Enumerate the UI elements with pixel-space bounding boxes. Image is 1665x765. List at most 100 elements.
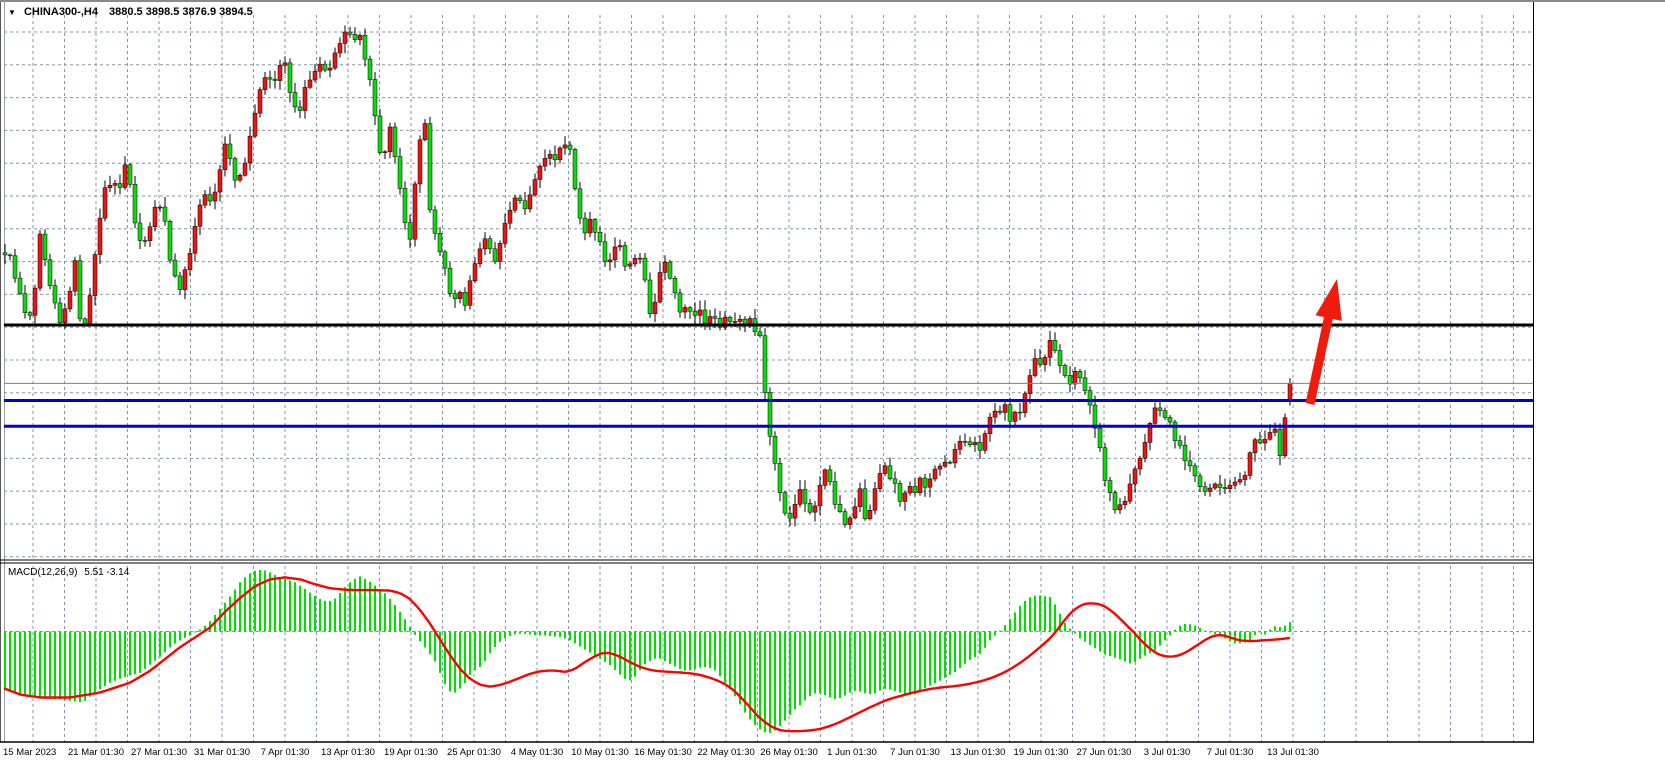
bull-candle	[383, 152, 387, 153]
bear-candle	[18, 278, 22, 293]
bear-candle	[128, 165, 132, 184]
bear-candle	[298, 107, 302, 111]
bear-candle	[898, 483, 902, 501]
bull-candle	[543, 158, 547, 166]
bear-candle	[453, 294, 457, 299]
bear-candle	[838, 504, 842, 511]
bull-candle	[1143, 442, 1147, 458]
bull-candle	[183, 270, 187, 290]
bear-candle	[783, 493, 787, 513]
bear-candle	[1058, 351, 1062, 366]
time-axis[interactable]: 15 Mar 202321 Mar 01:3027 Mar 01:3031 Ma…	[0, 743, 1665, 765]
bear-candle	[568, 145, 572, 149]
bear-candle	[623, 246, 627, 267]
bull-candle	[93, 255, 97, 296]
bear-candle	[923, 478, 927, 487]
bear-candle	[1108, 481, 1112, 493]
bear-candle	[1068, 375, 1072, 384]
bear-candle	[58, 303, 62, 323]
bear-candle	[368, 59, 372, 79]
bear-candle	[578, 189, 582, 218]
bear-candle	[893, 479, 897, 484]
bear-candle	[288, 63, 292, 93]
bear-candle	[678, 293, 682, 312]
bull-candle	[123, 165, 127, 188]
bull-candle	[973, 442, 977, 444]
bear-candle	[8, 255, 12, 256]
bull-candle	[1213, 484, 1217, 488]
symbol-dropdown-icon[interactable]: ▼	[8, 8, 16, 17]
bear-candle	[713, 317, 717, 319]
price-axis[interactable]: 4173.04147.04121.04095.04069.04043.04017…	[1533, 2, 1665, 743]
bear-candle	[83, 319, 87, 324]
ohlc-readout: 3880.5 3898.5 3876.9 3894.5	[109, 6, 253, 18]
bear-candle	[433, 210, 437, 233]
bull-candle	[858, 489, 862, 507]
bear-candle	[1113, 493, 1117, 510]
bull-candle	[548, 154, 552, 158]
bear-candle	[28, 313, 32, 316]
macd-values: 5.51 -3.14	[84, 567, 129, 578]
bear-candle	[583, 218, 587, 233]
bear-candle	[688, 308, 692, 312]
time-tick-label: 3 Jul 01:30	[1144, 747, 1190, 758]
bull-candle	[193, 226, 197, 253]
bull-candle	[818, 485, 822, 506]
bull-candle	[478, 249, 482, 264]
time-tick-label: 25 Apr 01:30	[447, 747, 501, 758]
bear-candle	[833, 482, 837, 505]
bear-candle	[163, 207, 167, 221]
bull-candle	[1023, 394, 1027, 413]
time-tick-label: 27 Jun 01:30	[1077, 747, 1132, 758]
bear-candle	[1278, 429, 1282, 456]
bear-candle	[438, 233, 442, 252]
bull-candle	[203, 195, 207, 205]
bull-candle	[1028, 376, 1032, 394]
bull-candle	[933, 469, 937, 479]
bull-candle	[653, 302, 657, 314]
bear-candle	[1223, 487, 1227, 488]
bear-candle	[1218, 484, 1222, 487]
bull-candle	[1288, 383, 1292, 401]
time-tick-label: 27 Mar 01:30	[131, 747, 187, 758]
trend-arrow	[1310, 279, 1342, 404]
bear-candle	[553, 154, 557, 159]
bull-candle	[663, 262, 667, 272]
bull-candle	[153, 207, 157, 227]
bear-candle	[268, 78, 272, 80]
bear-candle	[843, 512, 847, 525]
bear-candle	[363, 35, 367, 59]
bear-candle	[53, 286, 57, 303]
bear-candle	[788, 513, 792, 518]
bull-candle	[1248, 453, 1252, 476]
time-tick-label: 22 May 01:30	[697, 747, 755, 758]
bull-candle	[918, 478, 922, 493]
bear-candle	[1193, 466, 1197, 476]
bear-candle	[778, 463, 782, 492]
bear-candle	[1158, 408, 1162, 411]
bull-candle	[63, 309, 67, 323]
bear-candle	[763, 336, 767, 393]
bear-candle	[518, 198, 522, 201]
bull-candle	[793, 504, 797, 518]
bear-candle	[888, 466, 892, 479]
bear-candle	[133, 184, 137, 223]
bull-candle	[1208, 488, 1212, 491]
time-tick-label: 7 Jun 01:30	[890, 747, 940, 758]
bear-candle	[1008, 405, 1012, 422]
bear-candle	[138, 223, 142, 241]
bear-candle	[1178, 441, 1182, 446]
bear-candle	[828, 470, 832, 482]
grid-layer	[4, 15, 1533, 742]
time-tick-label: 13 Jul 01:30	[1267, 747, 1319, 758]
time-tick-label: 26 May 01:30	[760, 747, 818, 758]
bear-candle	[13, 256, 17, 278]
bear-candle	[1188, 461, 1192, 466]
bull-candle	[1128, 484, 1132, 501]
bull-candle	[248, 136, 252, 163]
bear-candle	[728, 317, 732, 321]
chart-canvas[interactable]	[0, 2, 1665, 765]
bull-candle	[873, 489, 877, 511]
symbol-timeframe-label: CHINA300-,H4	[24, 6, 98, 18]
bull-candle	[983, 434, 987, 451]
